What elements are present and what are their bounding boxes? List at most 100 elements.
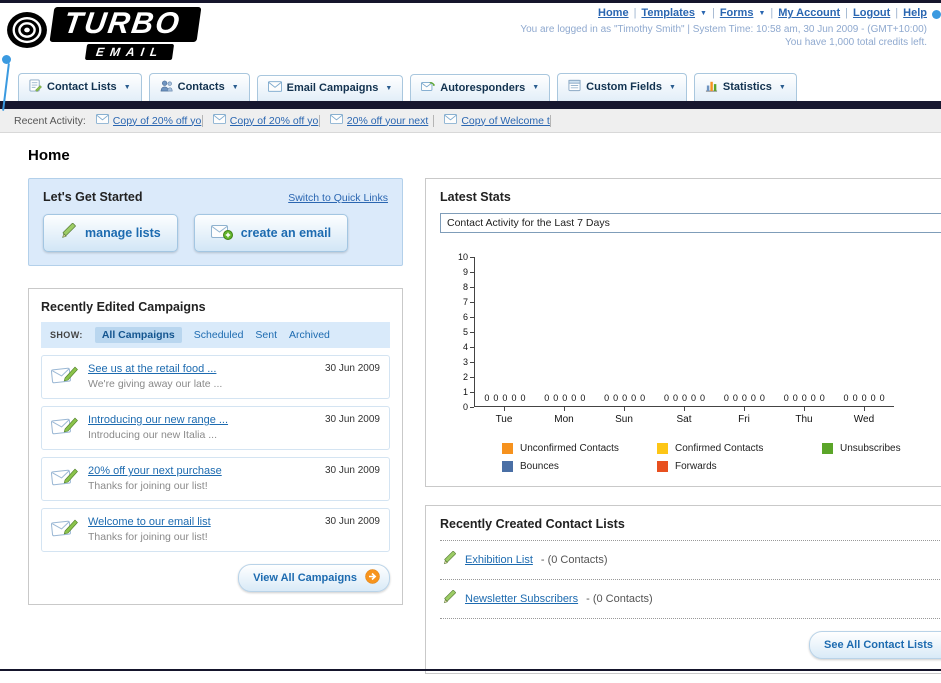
legend-swatch bbox=[502, 461, 513, 472]
chart-value-label: 0 bbox=[484, 393, 490, 403]
campaign-date: 30 Jun 2009 bbox=[324, 516, 380, 527]
recent-activity-item[interactable]: Copy of Welcome to bbox=[444, 114, 552, 127]
tab-contacts[interactable]: Contacts ▼ bbox=[148, 73, 250, 101]
tab-archived[interactable]: Archived bbox=[289, 329, 330, 341]
chart-value-label: 0 bbox=[810, 393, 816, 403]
see-all-contact-lists-button[interactable]: See All Contact Lists bbox=[808, 631, 941, 659]
tab-label: Email Campaigns bbox=[286, 82, 379, 94]
legend-swatch bbox=[657, 443, 668, 454]
legend-label: Unsubscribes bbox=[840, 443, 901, 454]
campaign-link[interactable]: 20% off your next purchase bbox=[88, 465, 222, 477]
campaign-link[interactable]: Welcome to our email list bbox=[88, 516, 211, 528]
tab-custom-fields[interactable]: Custom Fields ▼ bbox=[557, 73, 687, 101]
chart-value-label: 0 bbox=[544, 393, 550, 403]
top-link-my-account[interactable]: My Account bbox=[778, 7, 840, 19]
chart-value-label: 0 bbox=[819, 393, 825, 403]
switch-quick-links[interactable]: Switch to Quick Links bbox=[288, 192, 388, 204]
envelope-icon bbox=[95, 114, 109, 127]
logo-text: TURBO EMAIL bbox=[49, 7, 202, 60]
chart-plot-wrap: 00000000000000000000000000000000000 Tue M… bbox=[474, 257, 894, 425]
tab-scheduled[interactable]: Scheduled bbox=[194, 329, 244, 341]
credits-info: You have 1,000 total credits left. bbox=[785, 37, 927, 48]
chart-plot: 00000000000000000000000000000000000 bbox=[474, 257, 894, 407]
tab-email-campaigns[interactable]: Email Campaigns ▼ bbox=[256, 75, 404, 101]
chart-bar-group: 00000 bbox=[714, 393, 774, 403]
chart-value-label: 0 bbox=[700, 393, 706, 403]
chart-bar-group: 00000 bbox=[595, 393, 655, 403]
recent-activity-item[interactable]: Copy of 20% off yo bbox=[212, 114, 320, 127]
top-link-help[interactable]: Help bbox=[903, 7, 927, 19]
chart-value-label: 0 bbox=[520, 393, 526, 403]
y-axis-tick: 4 bbox=[463, 343, 474, 352]
contact-list-count: - (0 Contacts) bbox=[540, 554, 608, 566]
contact-list-row: Newsletter Subscribers - (0 Contacts) bbox=[440, 580, 941, 619]
campaign-date: 30 Jun 2009 bbox=[324, 363, 380, 374]
separator: | bbox=[711, 7, 715, 19]
chart-value-label: 0 bbox=[792, 393, 798, 403]
recent-activity-label: Recent Activity: bbox=[14, 114, 86, 127]
chart-value-label: 0 bbox=[759, 393, 765, 403]
recent-activity-item[interactable]: Copy of 20% off yo bbox=[95, 114, 203, 127]
y-axis-tick: 9 bbox=[463, 268, 474, 277]
campaign-link[interactable]: Introducing our new range ... bbox=[88, 414, 228, 426]
chart-x-label: Wed bbox=[834, 407, 894, 425]
recent-activity-item[interactable]: 20% off your next bbox=[329, 114, 435, 127]
top-link-home[interactable]: Home bbox=[598, 7, 629, 19]
header-right: Home | Templates ▼ | Forms ▼ | My Accoun… bbox=[520, 7, 927, 48]
pencil-icon bbox=[442, 550, 457, 569]
stats-period-select[interactable]: Contact Activity for the Last 7 Days ▼ bbox=[440, 213, 941, 233]
chevron-down-icon: ▼ bbox=[668, 83, 676, 91]
campaign-link[interactable]: See us at the retail food ... bbox=[88, 363, 222, 375]
show-label: SHOW: bbox=[50, 330, 83, 340]
page: TURBO EMAIL Home | Templates ▼ | Forms ▼… bbox=[0, 0, 941, 683]
top-link-logout[interactable]: Logout bbox=[853, 7, 890, 19]
chart-value-label: 0 bbox=[750, 393, 756, 403]
legend-swatch bbox=[502, 443, 513, 454]
campaign-date: 30 Jun 2009 bbox=[324, 465, 380, 476]
campaign-subject: Introducing our new Italia ... bbox=[88, 429, 217, 441]
tab-sent[interactable]: Sent bbox=[255, 329, 277, 341]
top-link-forms[interactable]: Forms bbox=[720, 7, 754, 19]
campaign-row: 20% off your next purchase Thanks for jo… bbox=[41, 457, 390, 501]
top-link-templates[interactable]: Templates bbox=[641, 7, 695, 19]
custom-fields-icon bbox=[568, 79, 581, 95]
contact-lists-title: Recently Created Contact Lists bbox=[440, 517, 941, 541]
envelope-pencil-icon bbox=[50, 414, 78, 442]
legend-swatch bbox=[822, 443, 833, 454]
create-email-button[interactable]: create an email bbox=[193, 214, 349, 252]
envelope-pencil-icon bbox=[50, 465, 78, 493]
legend-label: Unconfirmed Contacts bbox=[520, 443, 619, 454]
campaign-row: See us at the retail food ... We're givi… bbox=[41, 355, 390, 399]
tab-statistics[interactable]: Statistics ▼ bbox=[693, 73, 797, 101]
tab-label: Statistics bbox=[722, 81, 772, 93]
legend-swatch bbox=[657, 461, 668, 472]
chart-value-label: 0 bbox=[640, 393, 646, 403]
tab-label: Contacts bbox=[177, 81, 225, 93]
tab-all-campaigns[interactable]: All Campaigns bbox=[94, 327, 182, 343]
main-nav: Contact Lists ▼ Contacts ▼ Email Campaig… bbox=[0, 67, 941, 101]
campaign-row: Introducing our new range ... Introducin… bbox=[41, 406, 390, 450]
envelope-icon bbox=[329, 114, 343, 127]
chart-bar-group: 00000 bbox=[774, 393, 834, 403]
nav-divider-bar bbox=[0, 101, 941, 109]
right-column: Latest Stats Contact Activity for the La… bbox=[425, 178, 941, 674]
chart-value-label: 0 bbox=[691, 393, 697, 403]
contact-list-link[interactable]: Newsletter Subscribers bbox=[465, 593, 578, 605]
logo-turbo: TURBO bbox=[49, 7, 202, 42]
contact-list-row: Exhibition List - (0 Contacts) bbox=[440, 541, 941, 580]
tab-autoresponders[interactable]: Autoresponders ▼ bbox=[410, 74, 551, 101]
latest-stats-title: Latest Stats bbox=[440, 190, 511, 204]
recent-activity-bar: Recent Activity: Copy of 20% off yo Copy… bbox=[0, 109, 941, 133]
contact-list-link[interactable]: Exhibition List bbox=[465, 554, 533, 566]
chart-value-label: 0 bbox=[741, 393, 747, 403]
y-axis-tick: 3 bbox=[463, 358, 474, 367]
tab-contact-lists[interactable]: Contact Lists ▼ bbox=[18, 73, 142, 101]
top-nav: Home | Templates ▼ | Forms ▼ | My Accoun… bbox=[520, 7, 927, 19]
chart-value-label: 0 bbox=[723, 393, 729, 403]
chart-value-label: 0 bbox=[682, 393, 688, 403]
view-all-campaigns-button[interactable]: View All Campaigns bbox=[238, 564, 390, 592]
chart-value-label: 0 bbox=[843, 393, 849, 403]
logo-email: EMAIL bbox=[84, 43, 175, 60]
manage-lists-button[interactable]: manage lists bbox=[43, 214, 178, 252]
latest-stats-panel: Latest Stats Contact Activity for the La… bbox=[425, 178, 941, 487]
